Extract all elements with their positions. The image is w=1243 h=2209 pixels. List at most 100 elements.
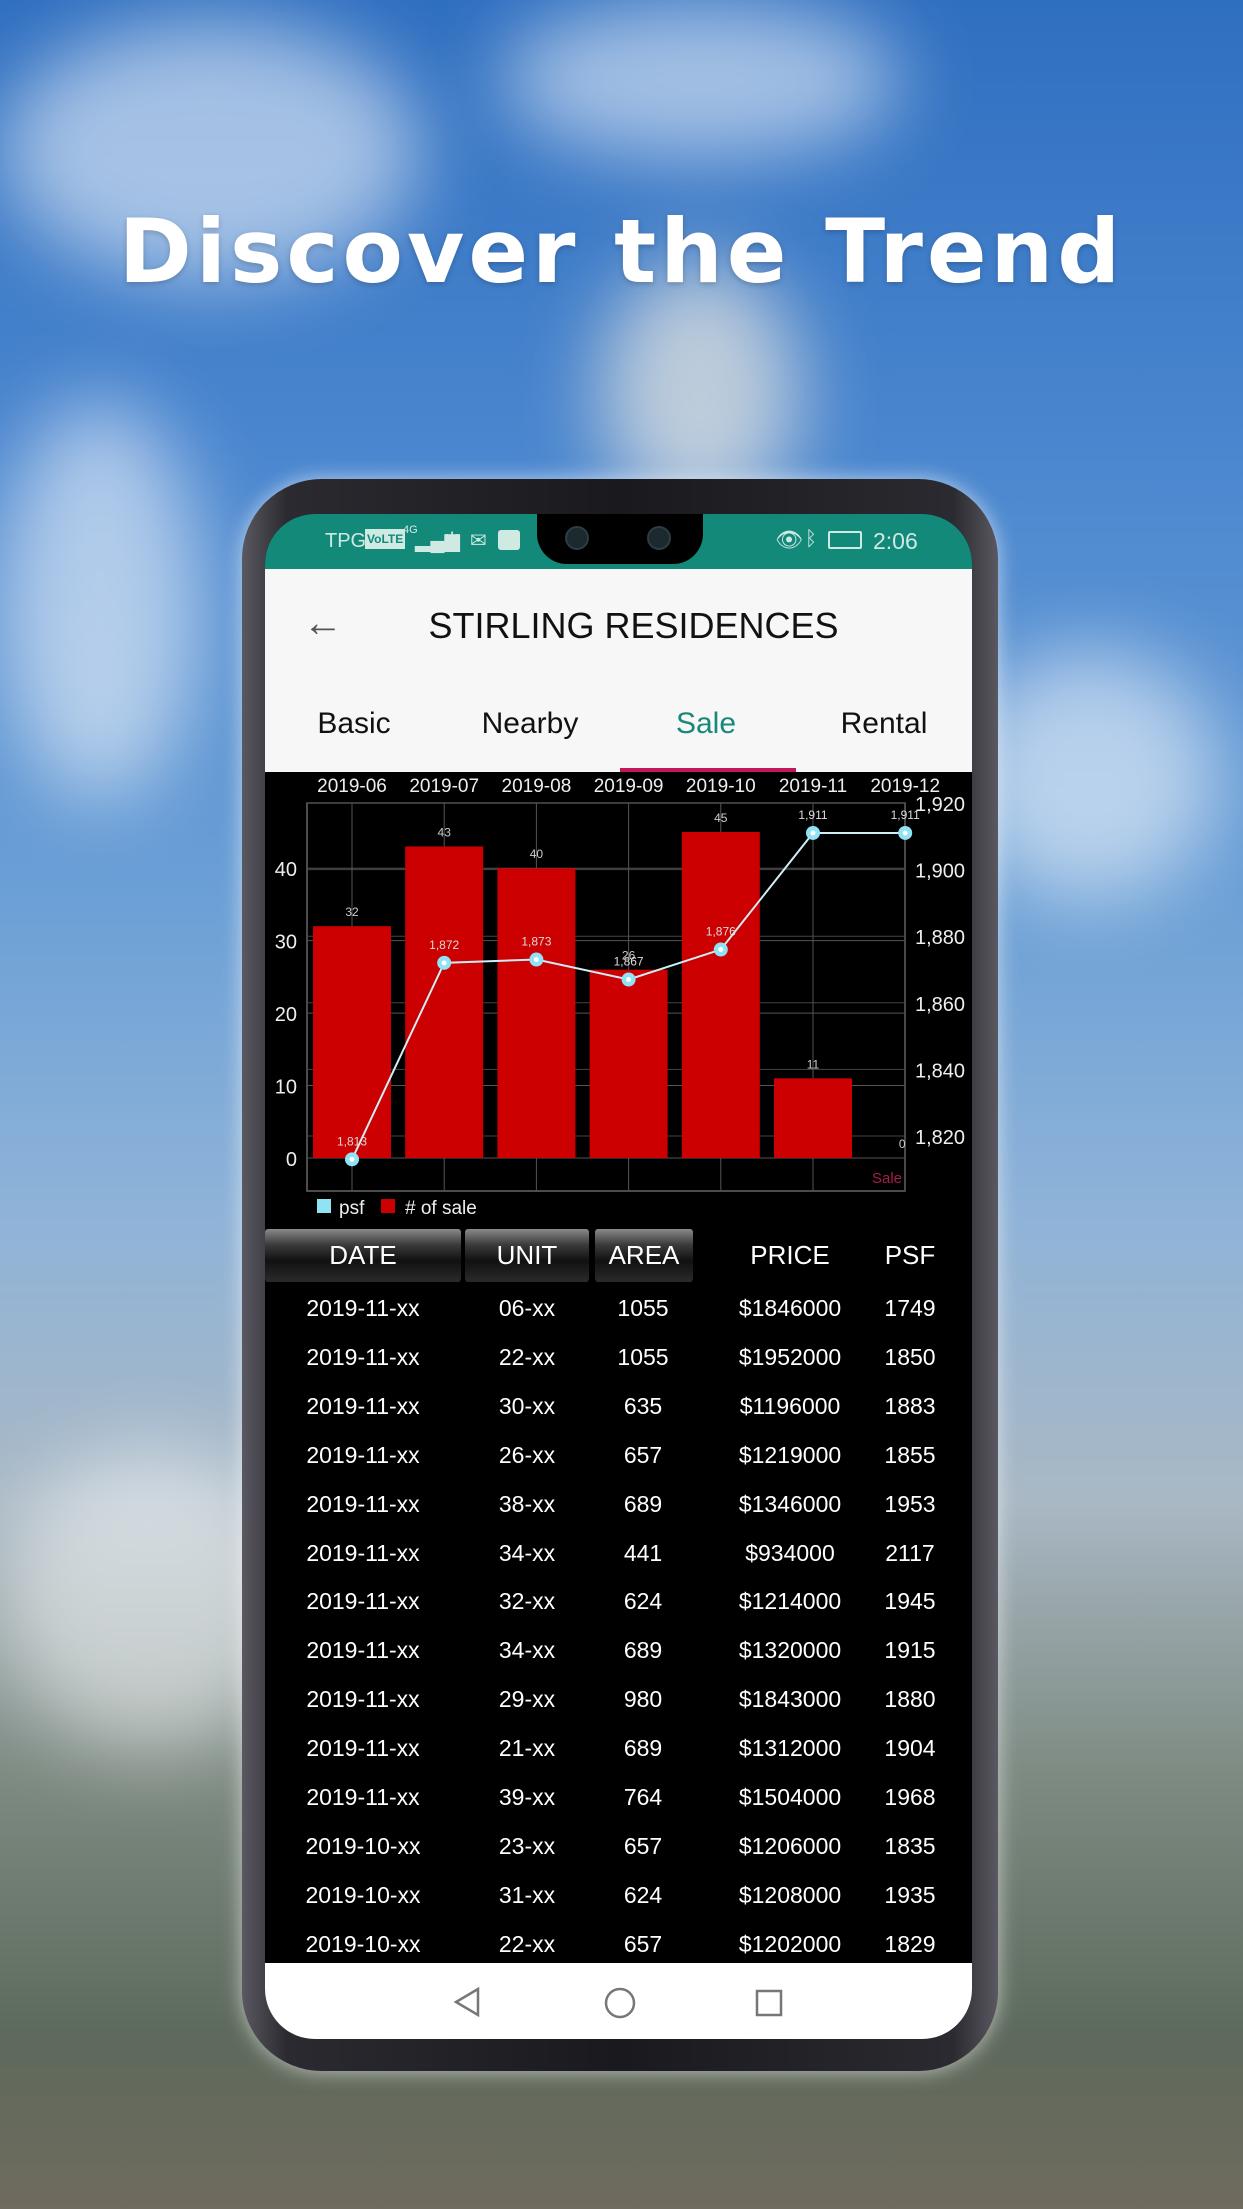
psf-point-center — [533, 957, 539, 963]
category-label: 2019-08 — [502, 776, 572, 797]
table-row[interactable]: 2019-11-xx 21-xx 689 $1312000 1904 — [265, 1724, 972, 1772]
category-label: 2019-07 — [409, 776, 479, 797]
table-row[interactable]: 2019-11-xx 06-xx 1055 $1846000 1749 — [265, 1284, 972, 1332]
cell-psf: 1968 — [884, 1784, 936, 1810]
psf-point-center — [349, 1156, 355, 1162]
category-label: 2019-10 — [686, 776, 756, 797]
cell-date: 2019-11-xx — [306, 1784, 420, 1810]
table-row[interactable]: 2019-11-xx 34-xx 689 $1320000 1915 — [265, 1626, 972, 1674]
cloud — [500, 0, 900, 160]
camera-notch — [537, 514, 703, 564]
table-row[interactable]: 2019-10-xx 31-xx 624 $1208000 1935 — [265, 1871, 972, 1919]
cell-unit: 29-xx — [498, 1686, 556, 1713]
column-header-date[interactable]: DATE — [265, 1229, 461, 1282]
cell-psf: 1835 — [884, 1832, 936, 1859]
cell-area: 441 — [623, 1539, 663, 1566]
cell-price: $1206000 — [738, 1832, 842, 1859]
category-label: 2019-12 — [870, 776, 940, 797]
table-row[interactable]: 2019-11-xx 29-xx 980 $1843000 1880 — [265, 1675, 972, 1723]
clock: 2:06 — [873, 528, 918, 554]
cell-unit: 32-xx — [498, 1588, 556, 1615]
cell-date: 2019-11-xx — [306, 1295, 420, 1321]
psf-value-label: 1,867 — [614, 955, 644, 969]
bar — [589, 969, 668, 1158]
cell-area: 980 — [623, 1686, 663, 1713]
right-tick-label: 1,840 — [915, 1060, 965, 1082]
psf-value-label: 1,911 — [891, 808, 920, 822]
cell-psf: 1880 — [884, 1686, 936, 1713]
cell-price: $1196000 — [739, 1392, 841, 1419]
cell-date: 2019-11-xx — [306, 1539, 420, 1566]
bar — [497, 868, 576, 1158]
circle-home-icon[interactable] — [604, 1987, 636, 2019]
column-header-unit[interactable]: UNIT — [465, 1229, 589, 1282]
cell-area: 624 — [623, 1881, 663, 1908]
cell-psf: 1883 — [884, 1392, 936, 1419]
bar — [313, 926, 391, 1158]
category-label: 2019-11 — [779, 776, 847, 797]
right-tick-label: 1,920 — [915, 794, 965, 816]
table-row[interactable]: 2019-11-xx 26-xx 657 $1219000 1855 — [265, 1431, 972, 1479]
cell-date: 2019-10-xx — [305, 1881, 421, 1908]
cloud — [960, 650, 1220, 900]
table-row[interactable]: 2019-11-xx 38-xx 689 $1346000 1953 — [265, 1480, 972, 1528]
column-header-price[interactable]: PRICE — [725, 1229, 855, 1282]
cell-psf: 2117 — [885, 1539, 935, 1566]
wallet-icon — [498, 530, 520, 550]
table-row[interactable]: 2019-11-xx 32-xx 624 $1214000 1945 — [265, 1577, 972, 1625]
navigation-bar — [265, 1963, 972, 2039]
category-label: 2019-06 — [317, 776, 387, 797]
cell-unit: 34-xx — [498, 1539, 556, 1566]
cell-psf: 1749 — [884, 1295, 936, 1321]
table-row[interactable]: 2019-11-xx 30-xx 635 $1196000 1883 — [265, 1382, 972, 1430]
left-tick-label: 40 — [275, 859, 297, 881]
eye-icon: 👁 — [775, 527, 803, 552]
cell-area: 635 — [623, 1392, 663, 1419]
cell-unit: 39-xx — [498, 1784, 556, 1810]
triangle-back-icon[interactable] — [453, 1987, 481, 2017]
table-row[interactable]: 2019-11-xx 39-xx 764 $1504000 1968 — [265, 1773, 972, 1821]
cell-price: $1312000 — [738, 1735, 842, 1762]
bar-value-label: 45 — [714, 811, 728, 825]
tab-sale[interactable]: Sale — [676, 707, 736, 741]
psf-point-center — [718, 947, 724, 953]
table-row[interactable]: 2019-10-xx 22-xx 657 $1202000 1829 — [265, 1920, 972, 1968]
cell-unit: 23-xx — [498, 1832, 556, 1859]
tab-nearby[interactable]: Nearby — [482, 707, 579, 741]
cloud — [0, 400, 200, 800]
left-tick-label: 20 — [275, 1004, 297, 1026]
category-label: 2019-09 — [594, 776, 664, 797]
app-header: ← STIRLING RESIDENCES Basic Nearby Sale … — [265, 569, 972, 773]
bar-value-label: 43 — [438, 825, 452, 839]
psf-point-center — [810, 830, 816, 836]
mail-icon: ✉ — [470, 530, 487, 552]
cell-psf: 1953 — [884, 1490, 936, 1517]
tab-basic[interactable]: Basic — [317, 707, 390, 741]
carrier: TPG — [325, 530, 367, 552]
cell-area: 657 — [623, 1441, 663, 1468]
cell-area: 657 — [623, 1930, 663, 1957]
table-row[interactable]: 2019-11-xx 22-xx 1055 $1952000 1850 — [265, 1333, 972, 1381]
square-recents-icon[interactable] — [755, 1989, 783, 2017]
cell-unit: 22-xx — [498, 1343, 556, 1370]
psf-point-center — [441, 960, 447, 966]
table-row[interactable]: 2019-10-xx 23-xx 657 $1206000 1835 — [265, 1822, 972, 1870]
tab-rental[interactable]: Rental — [841, 707, 928, 741]
column-header-area[interactable]: AREA — [595, 1229, 693, 1282]
cell-date: 2019-10-xx — [305, 1930, 421, 1957]
cell-price: $1214000 — [738, 1588, 842, 1615]
psf-value-label: 1,876 — [706, 925, 736, 939]
chart-description: Sale — [872, 1170, 902, 1187]
column-header-psf[interactable]: PSF — [855, 1229, 965, 1282]
psf-value-label: 1,911 — [798, 808, 827, 822]
cell-unit: 31-xx — [498, 1881, 556, 1908]
cell-area: 624 — [623, 1588, 663, 1615]
legend-swatch-sales — [381, 1199, 395, 1213]
cell-unit: 30-xx — [498, 1392, 556, 1419]
volte-icon: VoLTE — [365, 529, 406, 549]
cell-date: 2019-11-xx — [306, 1441, 420, 1468]
cell-price: $1346000 — [738, 1490, 842, 1517]
cell-area: 1055 — [617, 1295, 669, 1321]
cell-date: 2019-11-xx — [306, 1686, 420, 1713]
table-row[interactable]: 2019-11-xx 34-xx 441 $934000 2117 — [265, 1529, 972, 1577]
